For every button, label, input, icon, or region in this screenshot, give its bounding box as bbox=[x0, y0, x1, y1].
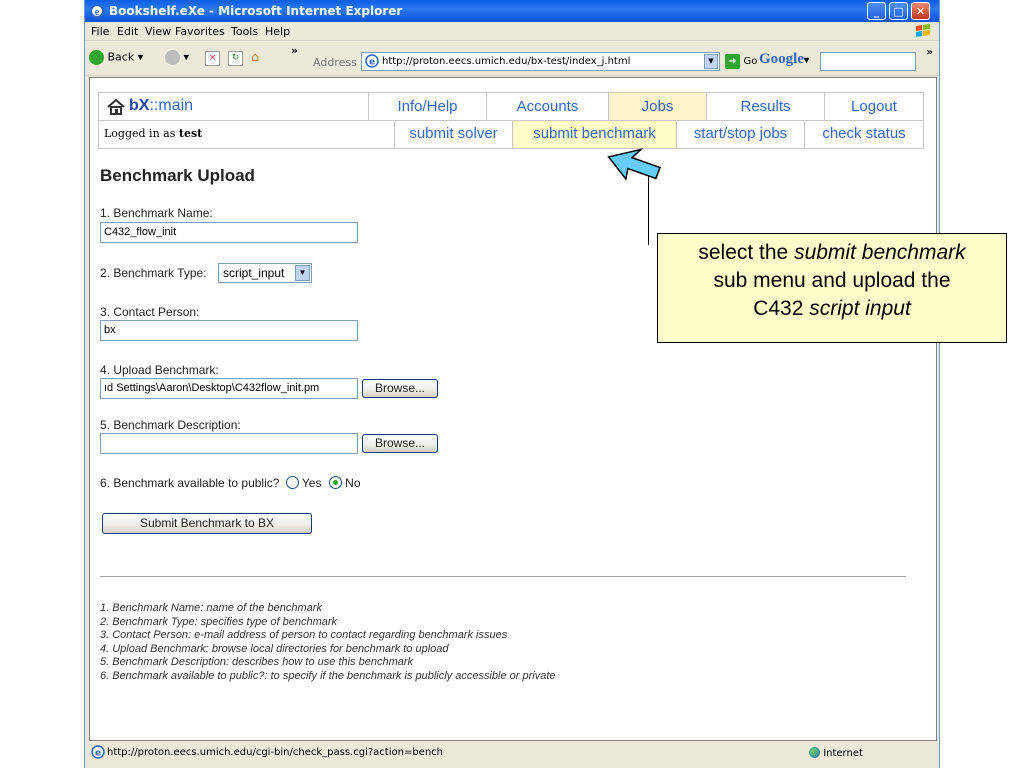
back-arrow-icon bbox=[89, 50, 104, 65]
brand-cell[interactable]: bX::main bbox=[99, 93, 369, 121]
contact-person-input[interactable]: bx bbox=[100, 320, 358, 341]
public-no-radio[interactable] bbox=[328, 476, 342, 489]
note-item: 3. Contact Person: e-mail address of per… bbox=[100, 629, 508, 641]
house-icon bbox=[107, 99, 125, 115]
security-zone: Internet bbox=[809, 747, 863, 759]
windows-logo-icon bbox=[916, 24, 930, 37]
logged-in-status: Logged in as test bbox=[99, 121, 395, 148]
benchmark-type-select[interactable]: script_input ▼ bbox=[218, 263, 312, 283]
instruction-callout: select the submit benchmark sub menu and… bbox=[657, 233, 1007, 343]
note-item: 1. Benchmark Name: name of the benchmark bbox=[100, 602, 322, 614]
minimize-button[interactable]: _ bbox=[867, 2, 886, 20]
svg-text:e: e bbox=[369, 58, 375, 68]
address-bar[interactable]: e http://proton.eecs.umich.edu/bx-test/i… bbox=[361, 52, 720, 71]
subnav-check-status[interactable]: check status bbox=[805, 121, 923, 148]
address-dropdown-icon[interactable]: ▼ bbox=[704, 54, 718, 69]
submit-benchmark-button[interactable]: Submit Benchmark to BX bbox=[102, 513, 312, 534]
address-label: Address bbox=[313, 56, 357, 69]
menu-bar: File Edit View Favorites Tools Help bbox=[85, 22, 939, 41]
menu-tools[interactable]: Tools bbox=[231, 25, 258, 38]
note-item: 4. Upload Benchmark: browse local direct… bbox=[100, 642, 449, 655]
menu-view[interactable]: View bbox=[145, 25, 171, 38]
close-button[interactable]: ✕ bbox=[911, 2, 930, 20]
public-yes-radio[interactable] bbox=[285, 476, 299, 489]
ie-icon: e bbox=[90, 4, 104, 18]
google-search-input[interactable] bbox=[820, 52, 916, 71]
google-toolbar-logo[interactable]: Google▾ bbox=[759, 51, 809, 68]
menu-edit[interactable]: Edit bbox=[117, 25, 138, 38]
window-title: Bookshelf.eXe - Microsoft Internet Explo… bbox=[109, 4, 403, 18]
go-arrow-icon: ➜ bbox=[725, 54, 740, 69]
forward-button[interactable]: ▾ bbox=[165, 50, 189, 65]
stop-button[interactable]: × bbox=[205, 50, 220, 66]
note-item: 5. Benchmark Description: describes how … bbox=[100, 656, 414, 668]
callout-line-3: C432 script input bbox=[753, 297, 911, 320]
home-icon: ⌂ bbox=[251, 50, 260, 65]
forward-arrow-icon bbox=[165, 50, 180, 65]
page-title: Benchmark Upload bbox=[100, 166, 255, 185]
refresh-icon: ↻ bbox=[228, 51, 243, 66]
nav-logout[interactable]: Logout bbox=[825, 93, 923, 121]
maximize-button[interactable]: □ bbox=[889, 2, 908, 20]
note-item: 2. Benchmark Type: specifies type of ben… bbox=[100, 615, 338, 628]
cursor-arrow-icon bbox=[607, 148, 662, 181]
benchmark-description-label: 5. Benchmark Description: bbox=[100, 418, 241, 432]
home-button[interactable]: ⌂ bbox=[251, 50, 259, 65]
menu-file[interactable]: File bbox=[91, 25, 109, 38]
nav-jobs[interactable]: Jobs bbox=[609, 93, 707, 121]
title-bar: e Bookshelf.eXe - Microsoft Internet Exp… bbox=[85, 0, 939, 22]
toolbar-overflow-chevron[interactable]: » bbox=[291, 44, 298, 57]
callout-line-1: select the submit benchmark bbox=[698, 241, 966, 264]
site-nav: bX::main Info/Help Accounts Jobs Results… bbox=[98, 92, 924, 149]
benchmark-name-input[interactable]: C432_flow_init bbox=[100, 222, 358, 243]
public-yes-label: Yes bbox=[301, 476, 322, 490]
public-no-label: No bbox=[345, 476, 361, 490]
toolbar-chevron[interactable]: » bbox=[927, 47, 933, 58]
svg-text:e: e bbox=[95, 7, 100, 18]
browse-benchmark-button[interactable]: Browse... bbox=[362, 379, 438, 398]
subnav-submit-solver[interactable]: submit solver bbox=[395, 121, 513, 148]
callout-line-2: sub menu and upload the bbox=[713, 269, 951, 292]
status-bar: e http://proton.eecs.umich.edu/cgi-bin/c… bbox=[89, 743, 937, 764]
back-button[interactable]: Back ▾ bbox=[89, 50, 143, 65]
public-availability-row: 6. Benchmark available to public? Yes No bbox=[100, 476, 361, 490]
stop-icon: × bbox=[205, 51, 220, 66]
divider bbox=[100, 576, 906, 577]
page-viewport: bX::main Info/Help Accounts Jobs Results… bbox=[89, 77, 937, 741]
benchmark-description-input[interactable] bbox=[100, 433, 358, 454]
benchmark-name-label: 1. Benchmark Name: bbox=[100, 206, 213, 220]
subnav-start-stop-jobs[interactable]: start/stop jobs bbox=[677, 121, 805, 148]
public-availability-label: 6. Benchmark available to public? bbox=[100, 476, 280, 490]
page-icon: e bbox=[365, 54, 379, 74]
chevron-down-icon: ▼ bbox=[295, 265, 310, 281]
benchmark-type-label: 2. Benchmark Type: bbox=[100, 266, 207, 280]
refresh-button[interactable]: ↻ bbox=[228, 50, 243, 66]
globe-icon bbox=[809, 747, 820, 758]
page-status-icon: e bbox=[91, 745, 105, 762]
browser-window: e Bookshelf.eXe - Microsoft Internet Exp… bbox=[84, 0, 940, 768]
menu-favorites[interactable]: Favorites bbox=[175, 25, 225, 38]
go-button[interactable]: ➜ Go bbox=[725, 54, 757, 69]
nav-info-help[interactable]: Info/Help bbox=[369, 93, 487, 121]
brand-title: bX::main bbox=[129, 97, 194, 114]
nav-results[interactable]: Results bbox=[707, 93, 825, 121]
nav-accounts[interactable]: Accounts bbox=[487, 93, 609, 121]
svg-text:e: e bbox=[95, 749, 101, 759]
toolbar: Back ▾ ▾ × ↻ ⌂ » Address e http://proton… bbox=[85, 41, 939, 76]
upload-benchmark-input[interactable]: ıd Settings\Aaron\Desktop\C432flow_init.… bbox=[100, 378, 358, 399]
contact-person-label: 3. Contact Person: bbox=[100, 305, 200, 319]
status-url: http://proton.eecs.umich.edu/cgi-bin/che… bbox=[107, 747, 444, 758]
address-url: http://proton.eecs.umich.edu/bx-test/ind… bbox=[382, 56, 631, 67]
menu-help[interactable]: Help bbox=[265, 25, 290, 38]
note-item: 6. Benchmark available to public?: to sp… bbox=[100, 669, 556, 682]
browse-description-button[interactable]: Browse... bbox=[362, 434, 438, 453]
field-notes: 1. Benchmark Name: name of the benchmark… bbox=[100, 602, 556, 683]
upload-benchmark-label: 4. Upload Benchmark: bbox=[100, 363, 219, 377]
